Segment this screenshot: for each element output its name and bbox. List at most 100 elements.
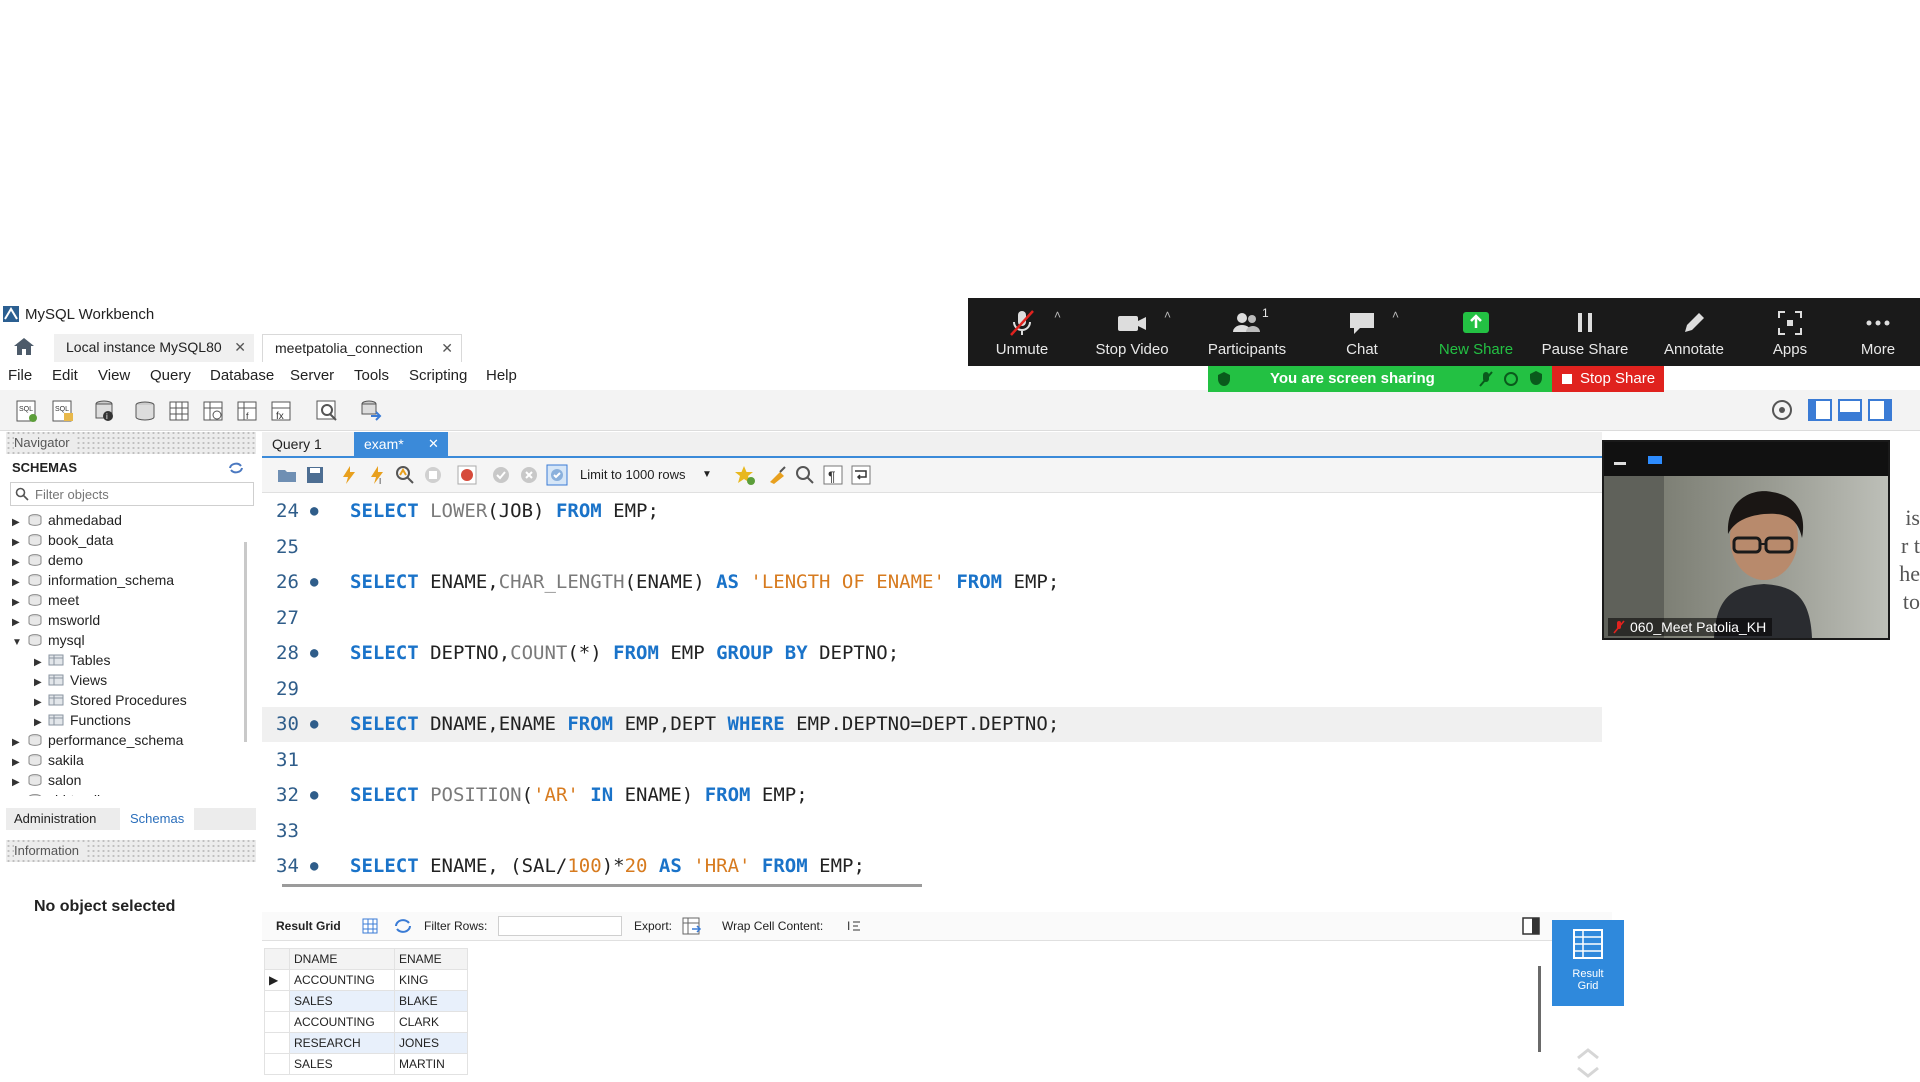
table-cell[interactable]: RESEARCH: [289, 1032, 395, 1054]
home-icon[interactable]: [12, 336, 36, 356]
autocommit-toggle-icon[interactable]: [546, 464, 568, 486]
apps-button[interactable]: Apps: [1740, 298, 1840, 366]
toggle-error-stop-icon[interactable]: [456, 464, 478, 486]
schema-item-sakila[interactable]: ▶ sakila: [12, 750, 84, 770]
save-icon[interactable]: [304, 464, 326, 486]
table-cell[interactable]: SALES: [289, 1053, 395, 1075]
code-editor[interactable]: 24 ● SELECT LOWER(JOB) FROM EMP; 25 26 ● SELEC…: [262, 494, 1602, 876]
tab-schemas[interactable]: Schemas: [120, 808, 195, 830]
refresh-icon[interactable]: [228, 461, 244, 475]
close-icon[interactable]: ✕: [441, 335, 453, 361]
participants-button[interactable]: 1 Participants: [1192, 298, 1302, 366]
grid-view-icon[interactable]: [362, 918, 378, 934]
menu-edit[interactable]: Edit: [52, 367, 78, 384]
table-row[interactable]: ▶ ACCOUNTING KING: [264, 969, 468, 991]
add-snippet-star-icon[interactable]: [734, 464, 756, 486]
execute-lightning-icon[interactable]: [338, 464, 360, 486]
schema-item-msworld[interactable]: ▶ msworld: [12, 610, 100, 630]
schema-item-salon[interactable]: ▶ salon: [12, 770, 81, 790]
result-grid-table[interactable]: DNAME ENAME ▶ ACCOUNTING KING SALES BLAK…: [264, 948, 468, 1075]
limit-rows-select[interactable]: Limit to 1000 rows ▼: [580, 465, 720, 485]
menu-help[interactable]: Help: [486, 367, 517, 384]
schema-item-mysql[interactable]: ▼ mysql: [12, 630, 85, 650]
create-table-icon[interactable]: [166, 398, 192, 424]
table-cell[interactable]: CLARK: [394, 1011, 468, 1033]
code-line[interactable]: 27: [262, 601, 1602, 636]
wrap-cell-icon[interactable]: I: [846, 918, 862, 934]
invisible-characters-icon[interactable]: ¶: [822, 464, 844, 486]
schema-item-performance-schema[interactable]: ▶ performance_schema: [12, 730, 183, 750]
open-sql-script-icon[interactable]: SQL: [50, 398, 76, 424]
code-line[interactable]: 34 ● SELECT ENAME, (SAL/100)*20 AS 'HRA' F…: [262, 849, 1602, 876]
tree-item-views[interactable]: ▶ Views: [34, 670, 107, 690]
find-icon[interactable]: [794, 464, 816, 486]
refresh-results-icon[interactable]: [394, 918, 412, 934]
code-line[interactable]: 24 ● SELECT LOWER(JOB) FROM EMP;: [262, 494, 1602, 529]
table-cell[interactable]: JONES: [394, 1032, 468, 1054]
menu-database[interactable]: Database: [210, 367, 274, 384]
close-icon[interactable]: ✕: [428, 432, 439, 456]
participant-video-tile[interactable]: 060_Meet Patolia_KH: [1602, 440, 1890, 640]
create-view-icon[interactable]: [200, 398, 226, 424]
result-grid-label[interactable]: Result Grid: [276, 919, 341, 933]
filter-objects-field[interactable]: [10, 482, 254, 506]
menu-view[interactable]: View: [98, 367, 130, 384]
table-row[interactable]: ACCOUNTING CLARK: [264, 1011, 468, 1033]
annotate-button[interactable]: Annotate: [1644, 298, 1744, 366]
schema-item-demo[interactable]: ▶ demo: [12, 550, 83, 570]
menu-file[interactable]: File: [8, 367, 32, 384]
more-button[interactable]: More: [1828, 298, 1920, 366]
tree-scrollbar[interactable]: [244, 542, 247, 742]
tree-item-tables[interactable]: ▶ Tables: [34, 650, 110, 670]
create-schema-icon[interactable]: [132, 398, 158, 424]
schema-item-shirts-db[interactable]: ▶shirts_db: [12, 790, 105, 796]
table-cell[interactable]: KING: [394, 969, 468, 991]
table-cell[interactable]: SALES: [289, 990, 395, 1012]
connection-tab-local[interactable]: Local instance MySQL80 ✕: [54, 334, 254, 362]
table-cell[interactable]: BLAKE: [394, 990, 468, 1012]
export-icon[interactable]: [682, 917, 702, 935]
table-cell[interactable]: ACCOUNTING: [289, 1011, 395, 1033]
close-icon[interactable]: ✕: [234, 334, 246, 360]
code-line[interactable]: 32 ● SELECT POSITION('AR' IN ENAME) FROM E…: [262, 778, 1602, 813]
code-line[interactable]: 29: [262, 672, 1602, 707]
minimize-icon[interactable]: [1614, 462, 1626, 465]
result-grid-side-button[interactable]: Result Grid: [1552, 920, 1624, 1006]
execute-current-icon[interactable]: I: [366, 464, 388, 486]
table-cell[interactable]: MARTIN: [394, 1053, 468, 1075]
row-selector[interactable]: [264, 1053, 290, 1075]
settings-gear-icon[interactable]: [1770, 398, 1794, 422]
menu-scripting[interactable]: Scripting: [409, 367, 467, 384]
toggle-panel-icon[interactable]: [1522, 917, 1540, 935]
code-line[interactable]: 33: [262, 814, 1602, 849]
tree-item-functions[interactable]: ▶ Functions: [34, 710, 131, 730]
commit-icon[interactable]: [490, 464, 512, 486]
code-line[interactable]: 31: [262, 743, 1602, 778]
row-selector[interactable]: [264, 1011, 290, 1033]
filter-rows-input[interactable]: [498, 916, 622, 936]
schema-inspector-icon[interactable]: i: [92, 398, 118, 424]
filter-objects-input[interactable]: [33, 484, 247, 504]
tab-query-1[interactable]: Query 1: [262, 432, 342, 456]
pause-share-button[interactable]: Pause Share: [1530, 298, 1640, 366]
row-selector[interactable]: [264, 990, 290, 1012]
chevron-up-icon[interactable]: ˄: [1164, 308, 1171, 322]
tree-item-stored-procedures[interactable]: ▶ Stored Procedures: [34, 690, 187, 710]
word-wrap-icon[interactable]: [850, 464, 872, 486]
menu-query[interactable]: Query: [150, 367, 191, 384]
microphone-muted-icon[interactable]: [1478, 370, 1494, 388]
new-sql-tab-icon[interactable]: SQL: [14, 398, 40, 424]
schema-item-information-schema[interactable]: ▶ information_schema: [12, 570, 174, 590]
reconnect-icon[interactable]: [358, 398, 384, 424]
tab-administration[interactable]: Administration: [14, 811, 96, 826]
stop-icon[interactable]: [422, 464, 444, 486]
toggle-secondary-sidebar-icon[interactable]: [1868, 399, 1892, 421]
editor-horizontal-scrollbar[interactable]: [282, 884, 922, 887]
code-line[interactable]: 25: [262, 530, 1602, 565]
create-function-icon[interactable]: fx: [268, 398, 294, 424]
create-procedure-icon[interactable]: f: [234, 398, 260, 424]
beautify-broom-icon[interactable]: [766, 464, 788, 486]
table-row[interactable]: SALES BLAKE: [264, 990, 468, 1012]
view-toggle-icon[interactable]: [1648, 456, 1662, 464]
toggle-sidebar-icon[interactable]: [1808, 399, 1832, 421]
